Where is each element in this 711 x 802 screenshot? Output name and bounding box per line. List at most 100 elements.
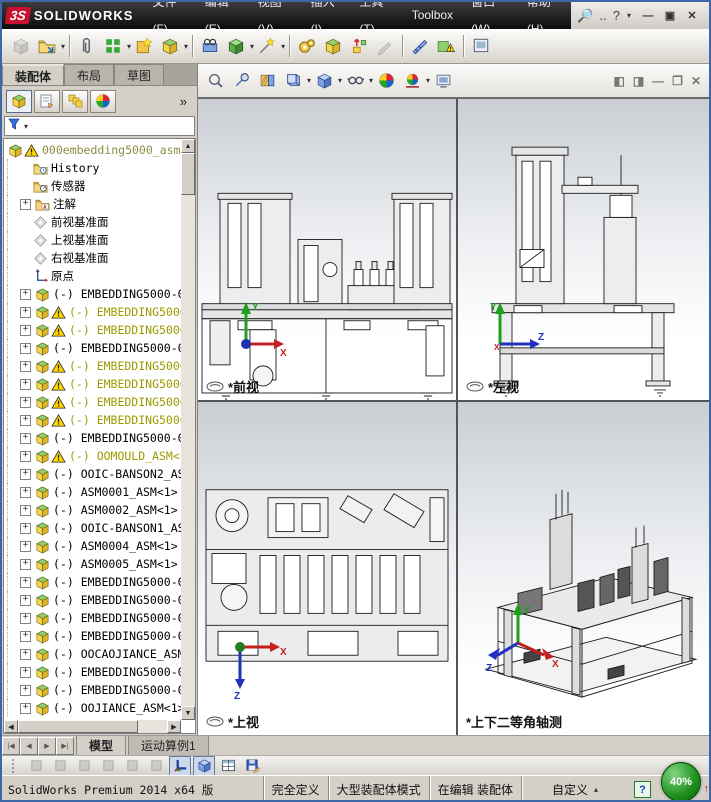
expand-icon[interactable]: + (20, 486, 31, 498)
expand-icon[interactable]: + (20, 540, 31, 552)
expand-icon[interactable]: + (20, 648, 31, 660)
component-pattern-icon[interactable] (101, 34, 125, 58)
expand-icon[interactable]: + (20, 594, 31, 606)
windows-preview-icon[interactable] (469, 34, 493, 58)
filter-dropdown-icon[interactable]: ▾ (24, 122, 28, 131)
hide-show-items-icon[interactable] (343, 69, 367, 93)
apply-scene-dropdown-icon[interactable]: ▾ (426, 76, 430, 85)
tree-item[interactable]: + (-) ASM0002_ASM<1> (默认 (7, 501, 181, 519)
viewport-front[interactable]: Y X *前视 (198, 99, 456, 400)
tree-item[interactable]: + (-) EMBEDDING5000-01-B- (7, 627, 181, 645)
resource-monitor-badge[interactable]: 40% (661, 762, 701, 800)
tree-horizontal-scrollbar[interactable]: ◀ ▶ (4, 720, 181, 733)
vscroll-thumb[interactable] (181, 153, 195, 195)
tree-item[interactable]: + (-) EMBEDDING5000-01- (7, 393, 181, 411)
search-icon[interactable]: 🔎 (577, 8, 593, 24)
expand-icon[interactable]: + (20, 702, 31, 714)
tree-filter[interactable]: ▾ (4, 116, 195, 136)
tree-item[interactable]: + (-) OOJIANCE_ASM<1> (默 (7, 699, 181, 717)
help-menu-icon[interactable]: ? (613, 8, 620, 23)
tree-item[interactable]: + (-) OOIC-BANSON1_ASM<1> (7, 519, 181, 537)
tree-vertical-scrollbar[interactable]: ▲ ▼ (181, 139, 195, 720)
split-left-pane-icon[interactable]: ◧ (613, 74, 624, 88)
scroll-down-icon[interactable]: ▼ (181, 706, 195, 720)
tree-item[interactable]: + (-) EMBEDDING5000-01-S- (7, 285, 181, 303)
expand-icon[interactable]: + (20, 396, 31, 408)
tree-item[interactable]: + (-) EMBEDDING5000-01- (7, 411, 181, 429)
menu-item[interactable]: Toolbox (403, 2, 462, 29)
expand-icon[interactable]: + (20, 612, 31, 624)
tree-item[interactable]: 上视基准面 (7, 231, 181, 249)
tree-item[interactable]: + (-) ASM0004_ASM<1> (默认 (7, 537, 181, 555)
display-style-icon[interactable] (312, 69, 336, 93)
move-component-dropdown-icon[interactable]: ▾ (184, 42, 188, 51)
apply-scene-icon[interactable] (400, 69, 424, 93)
new-motion-study-icon[interactable] (295, 34, 319, 58)
scroll-right-icon[interactable]: ▶ (167, 720, 181, 733)
custom-status-button[interactable]: 自定义 ▴ (521, 776, 628, 800)
tree-item[interactable]: + (-) EMBEDDING5000-01-X- (7, 663, 181, 681)
doc-restore-icon[interactable]: ❐ (672, 74, 683, 88)
appearance-manager-icon[interactable] (90, 89, 116, 113)
view-settings-icon[interactable] (431, 69, 455, 93)
feature-manager-icon[interactable] (6, 89, 32, 113)
tree-item[interactable]: + (-) EMBEDDING5000-01- (7, 303, 181, 321)
tree-item[interactable]: + (-) EMBEDDING5000-01- (7, 357, 181, 375)
split-right-pane-icon[interactable]: ◨ (633, 74, 644, 88)
open-dropdown-icon[interactable]: ▾ (61, 42, 65, 51)
key-properties-icon[interactable] (121, 756, 143, 776)
bill-of-materials-icon[interactable] (321, 34, 345, 58)
edit-appearance-icon[interactable] (374, 69, 398, 93)
view-orientation-icon[interactable] (281, 69, 305, 93)
tree-item[interactable]: + (-) EMBEDDING5000-01-X- (7, 681, 181, 699)
assembly-features-dropdown-icon[interactable]: ▾ (250, 42, 254, 51)
triad-toggle-icon[interactable] (169, 755, 191, 776)
last-tab-button[interactable]: ▶| (56, 737, 74, 755)
results-table-icon[interactable] (217, 756, 239, 776)
assembly-features-icon[interactable] (224, 34, 248, 58)
component-pattern-dropdown-icon[interactable]: ▾ (127, 42, 131, 51)
expand-icon[interactable]: + (20, 306, 31, 318)
expand-icon[interactable]: + (20, 288, 31, 300)
expand-icon[interactable]: + (20, 432, 31, 444)
maximize-button[interactable]: ▣ (659, 8, 681, 24)
expand-icon[interactable]: + (20, 504, 31, 516)
expand-icon[interactable]: + (20, 378, 31, 390)
hscroll-thumb[interactable] (18, 720, 138, 733)
panel-tab-草图[interactable]: 草图 (114, 64, 165, 85)
expand-icon[interactable]: + (20, 450, 31, 462)
view-orientation-dropdown-icon[interactable]: ▾ (307, 76, 311, 85)
configuration-manager-icon[interactable] (62, 89, 88, 113)
first-tab-button[interactable]: |◀ (2, 737, 20, 755)
property-manager-icon[interactable] (34, 89, 60, 113)
toolbar-grip[interactable] (12, 758, 18, 773)
tree-item[interactable]: + (-) OOCAOJIANCE_ASM<1> (7, 645, 181, 663)
tree-item[interactable]: 传感器 (7, 177, 181, 195)
expand-icon[interactable]: + (20, 576, 31, 588)
scroll-left-icon[interactable]: ◀ (4, 720, 18, 733)
tree-item[interactable]: + (-) ASM0001_ASM<1> (默认 (7, 483, 181, 501)
tree-item[interactable]: + (-) EMBEDDING5000-01-B- (7, 609, 181, 627)
expand-icon[interactable]: + (20, 414, 31, 426)
playback-loop-icon[interactable] (145, 756, 167, 776)
explode-line-sketch-icon[interactable] (373, 34, 397, 58)
expand-icon[interactable]: + (20, 666, 31, 678)
manager-overflow-button[interactable]: » (180, 94, 193, 109)
tree-root-item[interactable]: 000embedding5000_asm (7, 141, 181, 159)
tree-item[interactable]: + (-) EMBEDDING5000-01-0- (7, 429, 181, 447)
status-help-icon[interactable]: ? (634, 781, 651, 798)
filter-animated-icon[interactable] (97, 756, 119, 776)
panel-tab-装配体[interactable]: 装配体 (2, 64, 65, 85)
move-component-icon[interactable] (158, 34, 182, 58)
tree-item[interactable]: + (-) OOMOULD_ASM<1> (默 (7, 447, 181, 465)
expand-icon[interactable]: + (20, 684, 31, 696)
tree-item[interactable]: 前视基准面 (7, 213, 181, 231)
expand-icon[interactable]: + (20, 558, 31, 570)
exploded-view-icon[interactable] (347, 34, 371, 58)
reference-geometry-icon[interactable] (255, 34, 279, 58)
zoom-area-icon[interactable] (229, 69, 253, 93)
calculate-motion-icon[interactable] (73, 756, 95, 776)
tree-item[interactable]: + (-) EMBEDDING5000-01-P- (7, 573, 181, 591)
assembly-motion-icon[interactable] (25, 756, 47, 776)
expand-icon[interactable]: + (20, 360, 31, 372)
